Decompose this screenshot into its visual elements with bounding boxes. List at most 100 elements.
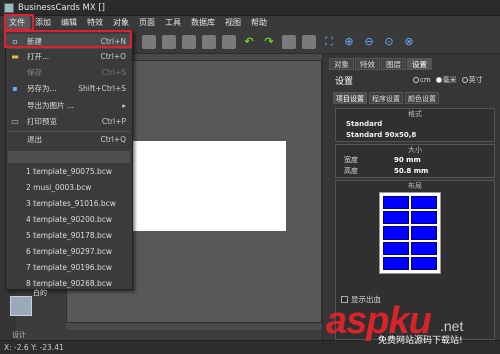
undo-icon[interactable]: ↶: [242, 35, 256, 49]
size-title: 大小: [408, 146, 422, 154]
zoom-in-icon[interactable]: ⊕: [342, 35, 356, 49]
menu-item-save-as[interactable]: ▪ 另存为... Shift+Ctrl+S: [6, 81, 132, 96]
width-value[interactable]: 90 mm: [394, 155, 421, 166]
recent-file-1[interactable]: 1 template_90075.bcw: [6, 164, 132, 179]
tab-settings[interactable]: 设置: [407, 58, 432, 70]
window-title: BusinessCards MX []: [18, 2, 105, 13]
recent-file-6[interactable]: 6 template_90297.bcw: [6, 244, 132, 259]
menu-edit[interactable]: 编辑: [56, 16, 82, 30]
subtab-program-settings[interactable]: 程序设置: [369, 92, 403, 104]
unit-cm[interactable]: cm: [413, 76, 431, 84]
subtab-color-settings[interactable]: 颜色设置: [405, 92, 439, 104]
layout-cell: [411, 241, 437, 255]
format-line-2[interactable]: Standard 90x50,8: [336, 130, 494, 141]
menu-item-open[interactable]: ▬ 打开... Ctrl+O: [6, 49, 132, 64]
settings-subtabs: 项目设置 程序设置 颜色设置: [333, 92, 439, 104]
thumbnail-label: 白的: [33, 289, 47, 297]
menu-item-exit[interactable]: 退出 Ctrl+Q: [6, 132, 132, 147]
recent-file-5[interactable]: 5 template_90178.bcw: [6, 228, 132, 243]
height-value[interactable]: 50.8 mm: [394, 166, 428, 177]
save-icon: [10, 68, 20, 78]
menu-help[interactable]: 帮助: [246, 16, 272, 30]
width-label: 宽度: [344, 156, 358, 164]
send-back-icon[interactable]: [182, 34, 196, 49]
zoom-fit-icon[interactable]: ⊗: [402, 35, 416, 49]
unit-label: 英寸: [468, 76, 483, 84]
layout-cell: [383, 211, 409, 225]
layout-cell: [383, 241, 409, 255]
recent-file-8[interactable]: 8 template_90268.bcw: [6, 276, 132, 291]
export-image-icon: [10, 101, 20, 111]
layout-preview[interactable]: [379, 192, 441, 274]
recent-file-3[interactable]: 3 templates_91016.bcw: [6, 196, 132, 211]
menu-item-label: 保存: [27, 68, 42, 77]
group-icon[interactable]: [222, 34, 236, 49]
menu-item-label: 另存为...: [27, 84, 57, 93]
tab-effects[interactable]: 特效: [355, 58, 380, 70]
panel-title: 设置: [335, 77, 354, 87]
redo-icon[interactable]: ↷: [262, 35, 276, 49]
ruler-bottom: [66, 322, 322, 330]
tab-objects[interactable]: 对象: [329, 58, 354, 70]
size-section: 大小 宽度 90 mm 高度 50.8 mm: [335, 144, 495, 178]
align-icon[interactable]: [142, 34, 156, 49]
app-icon: [4, 2, 14, 13]
format-title: 格式: [408, 110, 422, 118]
menu-database[interactable]: 数据库: [186, 16, 220, 30]
menu-item-label: 导出为图片 ...: [27, 101, 75, 110]
submenu-arrow-icon: ▸: [122, 101, 126, 110]
height-row: 高度 50.8 mm: [336, 166, 494, 177]
menu-item-label: 打印预览: [27, 117, 57, 126]
unit-inch[interactable]: 英寸: [461, 75, 483, 85]
unit-label: 毫米: [442, 76, 457, 84]
format-line-1[interactable]: Standard: [336, 119, 494, 130]
fit-page-icon[interactable]: ⛶: [322, 35, 336, 49]
menu-item-shortcut: Ctrl+S: [101, 68, 126, 77]
menu-view[interactable]: 视图: [220, 16, 246, 30]
card-thumbnail[interactable]: [10, 296, 32, 316]
menu-item-export-image[interactable]: 导出为图片 ... ▸: [6, 98, 132, 113]
grid-icon[interactable]: [282, 34, 296, 49]
menu-item-shortcut: Ctrl+P: [101, 117, 126, 126]
snap-icon[interactable]: [302, 34, 316, 49]
tab-layers[interactable]: 图层: [381, 58, 406, 70]
menu-tools[interactable]: 工具: [160, 16, 186, 30]
layout-cell: [383, 196, 409, 210]
highlight-file-menu: [4, 14, 34, 31]
highlight-new-item: [4, 30, 132, 48]
unit-label: cm: [420, 76, 431, 84]
bring-front-icon[interactable]: [162, 34, 176, 49]
layout-cell: [411, 211, 437, 225]
recent-file-2[interactable]: 2 musi_0003.bcw: [6, 180, 132, 195]
cursor-coordinates: X: -2.6 Y: -23.41: [4, 343, 64, 352]
menu-item-label: 打开...: [27, 52, 50, 61]
layout-cell: [383, 256, 409, 270]
recent-file-4[interactable]: 4 template_90200.bcw: [6, 212, 132, 227]
menu-item-shortcut: Shift+Ctrl+S: [78, 84, 126, 93]
layout-cell: [383, 226, 409, 240]
menu-object[interactable]: 对象: [108, 16, 134, 30]
layout-title: 布局: [408, 182, 422, 190]
radio-icon: [413, 77, 419, 83]
menu-item-shortcut: Ctrl+Q: [100, 135, 126, 144]
layout-cell: [411, 256, 437, 270]
save-as-icon: ▪: [12, 84, 18, 93]
folder-open-icon: ▬: [11, 52, 19, 61]
menu-item-save[interactable]: 保存 Ctrl+S: [6, 65, 132, 80]
arrange-icon[interactable]: [202, 34, 216, 49]
unit-mm[interactable]: 毫米: [435, 75, 457, 85]
layout-cell: [411, 196, 437, 210]
menu-page[interactable]: 页面: [134, 16, 160, 30]
watermark-suffix: .net: [440, 318, 464, 334]
zoom-out-icon[interactable]: ⊖: [362, 35, 376, 49]
title-bar: BusinessCards MX []: [0, 0, 500, 16]
subtab-project-settings[interactable]: 项目设置: [333, 92, 367, 104]
watermark-subtitle: 免费网站源码下载站!: [378, 336, 463, 346]
design-label: 设计: [12, 331, 26, 339]
recent-file-7[interactable]: 7 template_90196.bcw: [6, 260, 132, 275]
card-canvas[interactable]: [130, 141, 286, 231]
radio-icon: [461, 77, 468, 83]
menu-effects[interactable]: 特效: [82, 16, 108, 30]
menu-item-print-preview[interactable]: ▭ 打印预览 Ctrl+P: [6, 114, 132, 129]
zoom-actual-icon[interactable]: ⊙: [382, 35, 396, 49]
